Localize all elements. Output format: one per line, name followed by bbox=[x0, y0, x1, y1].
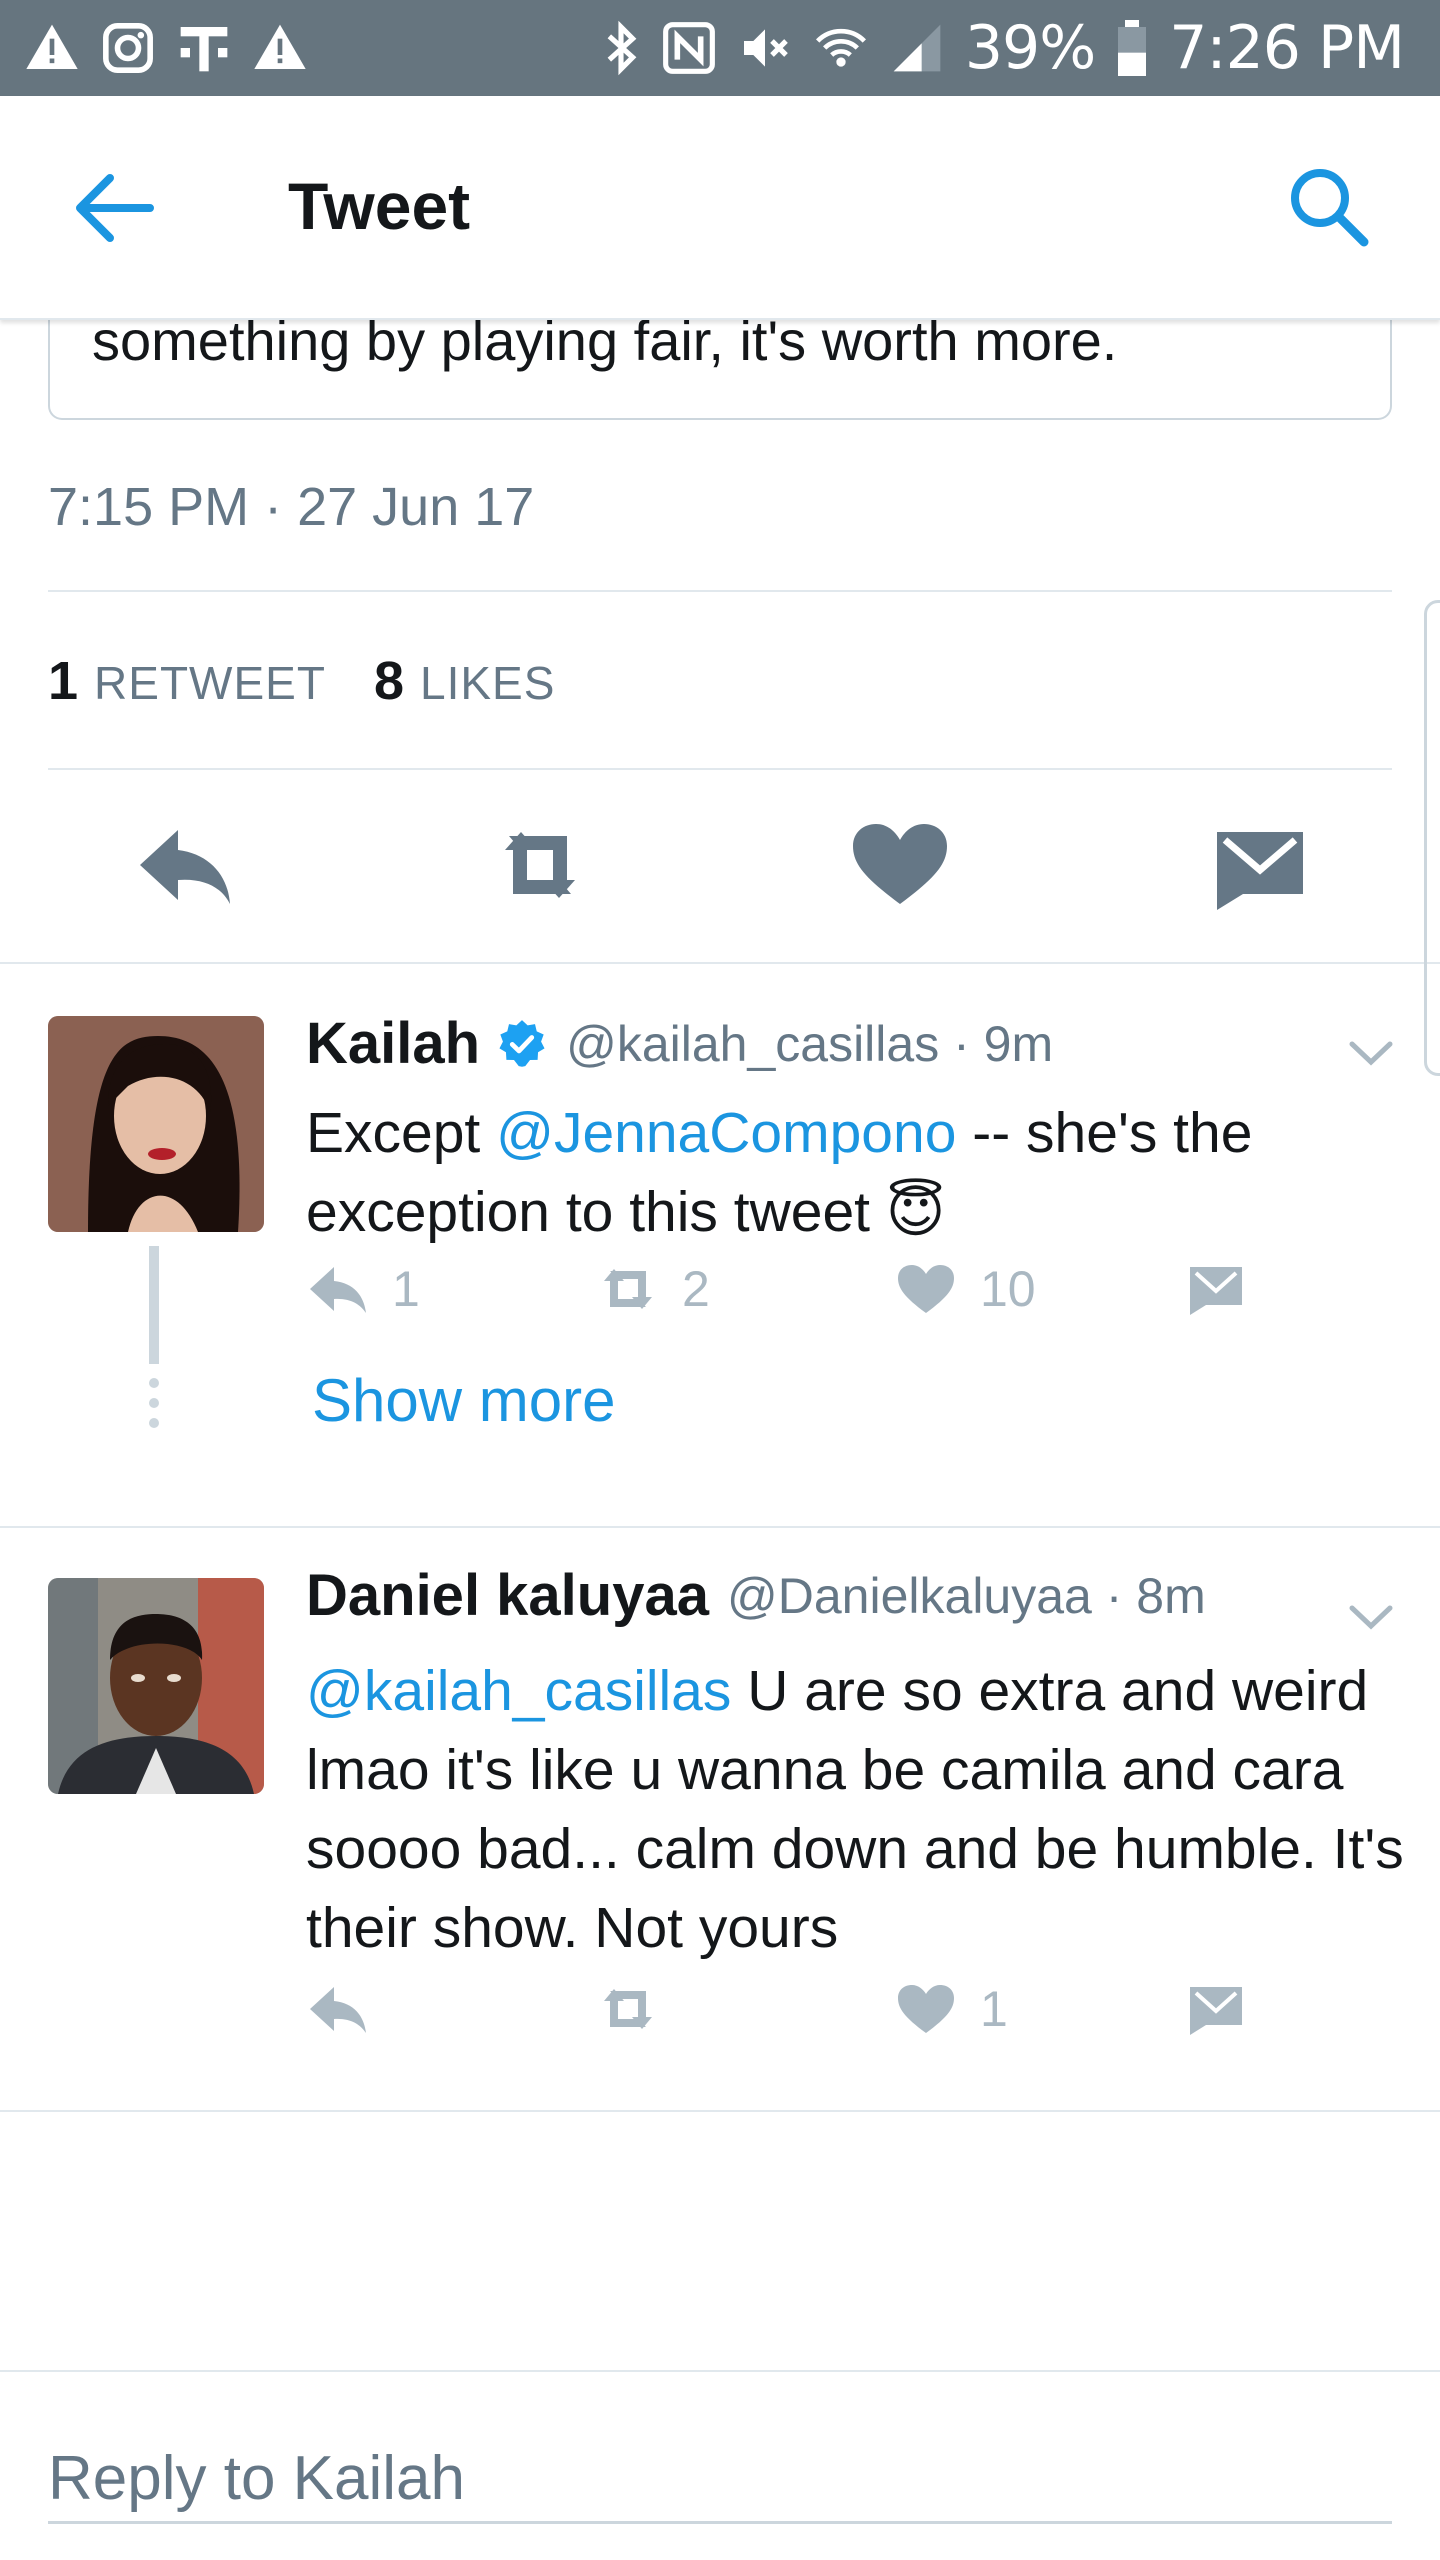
mute-icon bbox=[743, 29, 788, 67]
page-title: Tweet bbox=[288, 169, 471, 243]
author-name[interactable]: Kailah bbox=[306, 1010, 480, 1077]
like-heart-icon[interactable] bbox=[845, 820, 955, 910]
clock: 7:26 PM bbox=[1169, 13, 1405, 83]
reply-action-dm[interactable] bbox=[1184, 1974, 1248, 2044]
retweet-label[interactable]: RETWEET bbox=[94, 656, 326, 710]
reply-icon bbox=[310, 1267, 366, 1313]
mention-link[interactable]: @JennaCompono bbox=[496, 1101, 956, 1165]
direct-message-icon bbox=[1190, 1987, 1242, 2035]
reply-action-retweet[interactable] bbox=[596, 1974, 682, 2044]
reply-tweet[interactable]: Daniel kaluyaa @Danielkaluyaa · 8m @kail… bbox=[0, 1528, 1440, 2108]
tweet-action-bar bbox=[0, 820, 1440, 920]
like-heart-icon bbox=[898, 1985, 954, 2033]
divider bbox=[48, 590, 1392, 592]
retweet-icon bbox=[604, 1989, 652, 2029]
retweet-icon bbox=[604, 1269, 652, 1309]
show-more-link[interactable]: Show more bbox=[312, 1366, 615, 1435]
reply-action-bar: 1 2 10 bbox=[306, 1254, 1306, 1324]
reply-header: Kailah @kailah_casillas · 9m bbox=[306, 1010, 1053, 1077]
like-heart-icon bbox=[898, 1265, 954, 1313]
reply-icon bbox=[310, 1987, 366, 2033]
tweet-timestamp: 7:15 PM · 27 Jun 17 bbox=[48, 477, 535, 537]
like-count[interactable]: 8 bbox=[374, 650, 404, 712]
reply-count: 1 bbox=[392, 1261, 420, 1317]
author-handle-time: @Danielkaluyaa · 8m bbox=[727, 1567, 1206, 1624]
chevron-down-icon[interactable] bbox=[1346, 1602, 1396, 1634]
search-icon[interactable] bbox=[1284, 162, 1374, 252]
app-header: Tweet bbox=[0, 96, 1440, 320]
status-bar: 39% 7:26 PM bbox=[0, 0, 1440, 96]
thread-dots bbox=[149, 1378, 159, 1438]
like-count: 10 bbox=[980, 1261, 1036, 1317]
divider bbox=[0, 2110, 1440, 2112]
reply-tweet[interactable]: Kailah @kailah_casillas · 9m Except @Jen… bbox=[0, 964, 1440, 1524]
signal-icon bbox=[893, 24, 941, 72]
reply-composer bbox=[0, 2370, 1440, 2560]
reply-action-like[interactable]: 1 bbox=[894, 1974, 1008, 2044]
author-name[interactable]: Daniel kaluyaa bbox=[306, 1562, 709, 1629]
direct-message-icon[interactable] bbox=[1205, 820, 1315, 910]
reply-action-retweet[interactable]: 2 bbox=[596, 1254, 710, 1324]
retweet-count[interactable]: 1 bbox=[48, 650, 78, 712]
thread-line bbox=[149, 1246, 159, 1364]
author-handle-time: @kailah_casillas · 9m bbox=[566, 1015, 1054, 1072]
warning-icon bbox=[254, 24, 306, 70]
battery-icon bbox=[1118, 20, 1147, 76]
reply-action-reply[interactable] bbox=[306, 1974, 392, 2044]
status-bar-notifications bbox=[24, 14, 308, 82]
direct-message-icon bbox=[1190, 1267, 1242, 1315]
status-bar-system: 39% 7:26 PM bbox=[601, 13, 1405, 83]
reply-icon[interactable] bbox=[130, 820, 240, 910]
divider bbox=[48, 768, 1392, 770]
reply-text: Except @JennaCompono -- she's the except… bbox=[306, 1101, 1253, 1244]
reply-header: Daniel kaluyaa @Danielkaluyaa · 8m bbox=[306, 1562, 1206, 1629]
chevron-down-icon[interactable] bbox=[1346, 1038, 1396, 1070]
bluetooth-icon bbox=[607, 20, 637, 76]
reply-action-bar: 1 bbox=[306, 1974, 1306, 2044]
verified-badge-icon bbox=[499, 1019, 545, 1067]
like-count: 1 bbox=[980, 1981, 1008, 2037]
nfc-icon bbox=[662, 22, 715, 74]
avatar[interactable] bbox=[48, 1578, 264, 1794]
reply-input[interactable] bbox=[48, 2436, 1392, 2524]
avatar[interactable] bbox=[48, 1016, 264, 1232]
reply-action-dm[interactable] bbox=[1184, 1254, 1248, 1324]
wifi-icon bbox=[815, 28, 866, 67]
tmobile-icon bbox=[180, 27, 228, 72]
reply-text: @kailah_casillas U are so extra and weir… bbox=[306, 1659, 1404, 1960]
warning-icon bbox=[26, 24, 78, 70]
retweet-count: 2 bbox=[682, 1261, 710, 1317]
like-label[interactable]: LIKES bbox=[420, 656, 555, 710]
tweet-stats: 1 RETWEET 8 LIKES bbox=[48, 650, 603, 712]
battery-percent: 39% bbox=[964, 13, 1096, 83]
back-arrow-icon[interactable] bbox=[70, 168, 160, 248]
reply-action-reply[interactable]: 1 bbox=[306, 1254, 420, 1324]
reply-action-like[interactable]: 10 bbox=[894, 1254, 1036, 1324]
retweet-icon[interactable] bbox=[485, 820, 595, 910]
instagram-icon bbox=[103, 23, 153, 73]
mention-link[interactable]: @kailah_casillas bbox=[306, 1659, 731, 1723]
